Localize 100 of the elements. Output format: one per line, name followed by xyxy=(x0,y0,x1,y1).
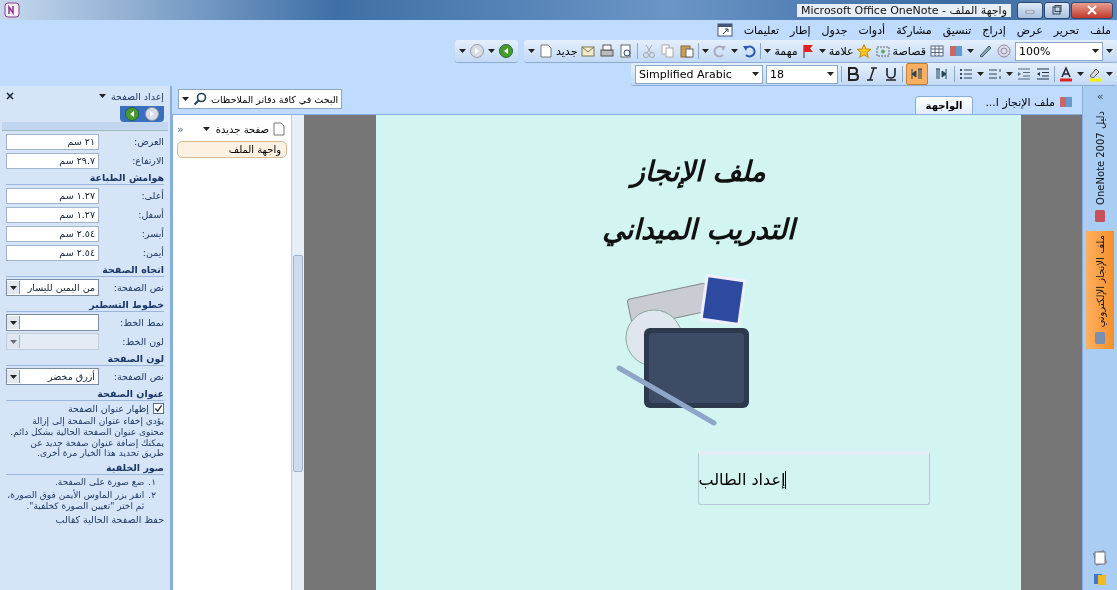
window-title: Microsoft Office OneNote - واجهة الملف xyxy=(797,3,1011,17)
dropdown[interactable]: أزرق مخضر xyxy=(6,368,99,385)
caret-icon[interactable] xyxy=(182,97,189,101)
collapse-button[interactable]: « xyxy=(177,122,184,136)
scrollbar[interactable] xyxy=(291,115,304,590)
new-page-button[interactable]: صفحة جديدة xyxy=(215,121,287,137)
caret-icon[interactable] xyxy=(702,49,710,53)
input-field[interactable]: ١.٢٧ سم xyxy=(6,187,99,204)
notebook-name[interactable]: ملف الإنجاز ا... xyxy=(981,94,1078,114)
minimize-button[interactable] xyxy=(1017,1,1043,19)
menu-item[interactable]: إطار xyxy=(790,23,811,37)
notebook-icon xyxy=(1093,331,1107,346)
print-icon[interactable] xyxy=(599,43,616,59)
section-tab[interactable]: الواجهة xyxy=(914,96,974,114)
menu-item[interactable]: تحرير xyxy=(1053,23,1080,37)
search-icon[interactable] xyxy=(192,91,208,107)
mail-icon[interactable] xyxy=(580,43,597,59)
indent-icon[interactable] xyxy=(1016,66,1032,82)
unfiled-notes-icon[interactable] xyxy=(1092,550,1108,566)
note-container[interactable]: إعداد الطالب xyxy=(697,451,930,505)
notebook-tab[interactable]: دليل OneNote 2007 xyxy=(1086,107,1114,227)
zoom-combo[interactable]: 100% xyxy=(1015,41,1103,61)
bold-icon[interactable] xyxy=(845,66,861,82)
dropdown[interactable]: من اليمين لليسار xyxy=(6,279,99,296)
caret-icon[interactable] xyxy=(1106,72,1113,76)
caret-icon[interactable] xyxy=(967,49,974,53)
paste-icon[interactable] xyxy=(679,43,696,59)
list-number: ٢. xyxy=(148,490,156,502)
input-field[interactable]: ٢١ سم xyxy=(6,133,99,150)
note-text: إعداد الطالب xyxy=(698,470,786,489)
caret-icon[interactable] xyxy=(459,49,467,53)
page-tab[interactable]: واجهة الملف xyxy=(177,141,287,158)
caret-icon[interactable] xyxy=(9,285,17,290)
bullets-icon[interactable] xyxy=(958,66,974,82)
input-field[interactable]: ٢.٥٤ سم xyxy=(6,225,99,242)
outdent-icon[interactable] xyxy=(1035,66,1051,82)
caret-icon[interactable] xyxy=(731,49,739,53)
font-color-icon[interactable] xyxy=(1058,66,1074,82)
highlight-icon[interactable] xyxy=(1087,66,1103,82)
caret-icon[interactable] xyxy=(488,49,496,53)
caret-icon[interactable] xyxy=(818,49,826,53)
menu-item[interactable]: مشاركة xyxy=(896,23,932,37)
font-combo[interactable]: Simplified Arabic xyxy=(635,64,763,84)
help-text: يؤدي إخفاء عنوان الصفحة إلى إزالة محتوى عنوان الصفحة الحالية بشكل دائم. يمكنك إضافة عنوان صفحة جديد عن طريق تحديد هذا الخيار مرة أخرى. xyxy=(9,416,164,460)
italic-icon[interactable] xyxy=(864,66,880,82)
clipping-icon[interactable] xyxy=(874,43,891,59)
menu-item[interactable]: جدول xyxy=(821,23,848,37)
caret-icon[interactable] xyxy=(528,49,536,53)
caret-icon[interactable] xyxy=(202,127,210,131)
close-button[interactable] xyxy=(1071,1,1113,19)
menu-item[interactable]: أدوات xyxy=(858,23,886,37)
star-icon[interactable] xyxy=(855,43,872,59)
screen-clipping-button[interactable]: قصاصة xyxy=(874,43,926,59)
notebook-tab[interactable]: ملف الإنجاز الإلكتروني xyxy=(1086,230,1114,350)
back-icon[interactable] xyxy=(498,43,515,59)
underline-icon[interactable] xyxy=(883,66,899,82)
menu-item[interactable]: ملف xyxy=(1090,23,1111,37)
checkbox[interactable] xyxy=(153,403,164,414)
table-icon[interactable] xyxy=(929,43,945,59)
input-field[interactable]: ٢٩.٧ سم xyxy=(6,152,99,169)
pen-icon[interactable] xyxy=(977,43,993,59)
menu-item[interactable]: إدراج xyxy=(982,23,1006,37)
caret-icon[interactable] xyxy=(1006,72,1013,76)
caret-icon[interactable] xyxy=(9,320,17,325)
restore-button[interactable] xyxy=(1044,1,1070,19)
list-number: ١. xyxy=(148,477,156,488)
help-window-icon[interactable] xyxy=(716,22,733,38)
section-heading: صور الخلفية xyxy=(6,461,164,476)
caret-icon[interactable] xyxy=(1077,72,1084,76)
collapse-button[interactable]: « xyxy=(1096,90,1104,103)
input-field[interactable]: ٢.٥٤ سم xyxy=(6,244,99,261)
menu-item[interactable]: عرض xyxy=(1016,23,1043,37)
font-size-combo[interactable]: 18 xyxy=(766,64,838,84)
field-label: نص الصفحة: xyxy=(113,282,164,293)
caret-icon[interactable] xyxy=(827,72,834,76)
search-field[interactable]: البحث في كافة دفاتر الملاحظات xyxy=(178,89,343,109)
menu-item[interactable]: تعليمات xyxy=(743,23,780,37)
caret-icon[interactable] xyxy=(752,72,759,76)
field-label: أيمن: xyxy=(142,247,164,258)
caret-icon[interactable] xyxy=(977,72,984,76)
book-icon[interactable] xyxy=(1058,94,1074,110)
notebook-icon xyxy=(1093,208,1107,223)
save-as-template-link[interactable]: حفظ الصفحة الحالية كقالب xyxy=(6,513,164,525)
caret-icon[interactable] xyxy=(9,374,17,379)
menu-item[interactable]: تنسيق xyxy=(942,23,972,37)
field-label: لون الخط: xyxy=(122,336,164,347)
section-heading: هوامش الطباعة xyxy=(6,171,164,185)
close-icon[interactable] xyxy=(6,92,14,100)
field-label: أسفل: xyxy=(138,209,164,220)
caret-icon[interactable] xyxy=(764,49,772,53)
undo-icon[interactable] xyxy=(741,43,758,59)
new-button[interactable]: جديد xyxy=(538,43,578,59)
task-pane-title[interactable]: إعداد الصفحة xyxy=(111,90,164,102)
caret-icon[interactable] xyxy=(99,94,106,98)
task-button[interactable]: مهمة xyxy=(774,43,816,59)
disc-icon[interactable] xyxy=(996,43,1012,59)
scrollbar-thumb[interactable] xyxy=(293,255,303,472)
tag-button[interactable]: علامة xyxy=(828,43,872,59)
page-icon[interactable] xyxy=(271,121,287,137)
input-field[interactable]: ١.٢٧ سم xyxy=(6,206,99,223)
